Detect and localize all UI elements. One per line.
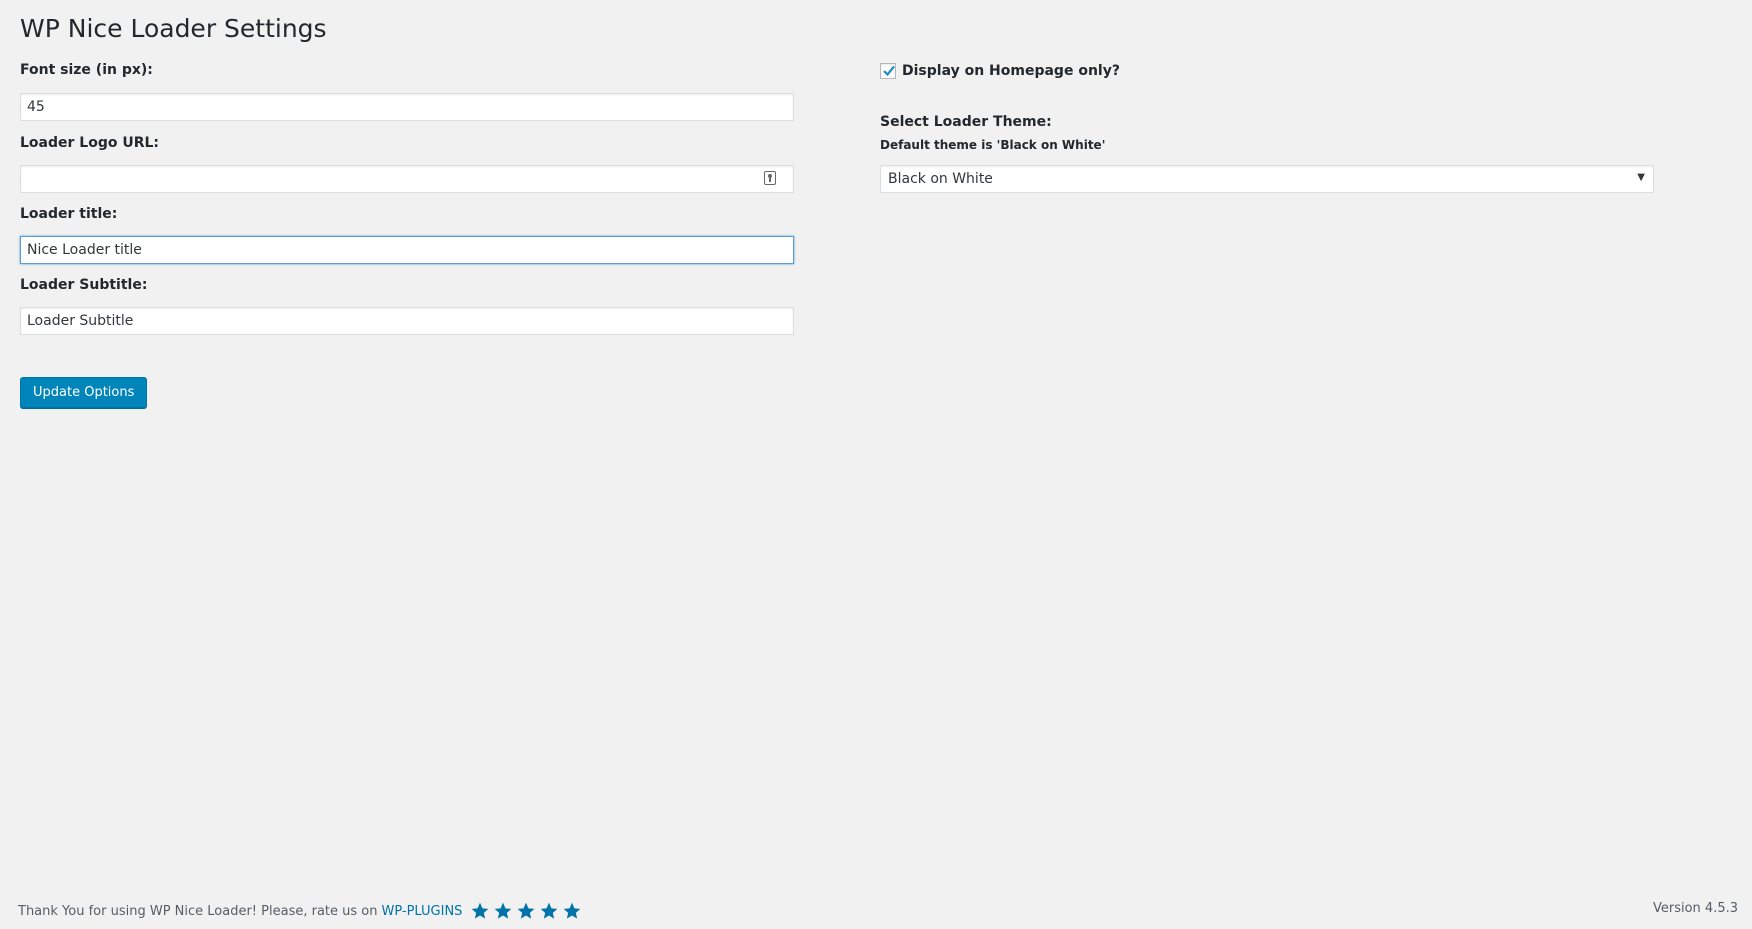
version-label: Version 4.5.3 [1652, 901, 1738, 916]
loader-title-input[interactable] [20, 236, 794, 264]
homepage-only-row[interactable]: Display on Homepage only? [880, 63, 1120, 79]
theme-hint: Default theme is 'Black on White' [880, 138, 1106, 152]
theme-select[interactable]: Black on White ▼ [880, 165, 1654, 193]
update-options-button[interactable]: Update Options [20, 377, 148, 408]
loader-title-label: Loader title: [20, 206, 118, 222]
footer-thanks: Thank You for using WP Nice Loader! Plea… [18, 901, 582, 921]
font-size-input[interactable] [20, 93, 794, 121]
star-icon[interactable] [470, 901, 490, 921]
logo-url-input[interactable] [20, 165, 794, 193]
page-title: WP Nice Loader Settings [20, 14, 327, 43]
dropdown-arrow-icon: ▼ [1637, 172, 1645, 183]
loader-subtitle-label: Loader Subtitle: [20, 277, 148, 293]
checkmark-icon [883, 65, 895, 77]
theme-label: Select Loader Theme: [880, 114, 1052, 130]
star-rating[interactable] [470, 901, 582, 921]
homepage-only-label: Display on Homepage only? [902, 63, 1120, 79]
loader-subtitle-input[interactable] [20, 307, 794, 335]
autofill-contact-icon[interactable] [764, 171, 776, 185]
theme-select-value: Black on White [888, 171, 993, 187]
star-icon[interactable] [516, 901, 536, 921]
star-icon[interactable] [539, 901, 559, 921]
homepage-only-checkbox[interactable] [880, 63, 896, 79]
wp-plugins-link[interactable]: WP-PLUGINS [381, 904, 462, 919]
logo-url-label: Loader Logo URL: [20, 135, 160, 151]
footer-thanks-text: Thank You for using WP Nice Loader! Plea… [18, 903, 378, 919]
star-icon[interactable] [493, 901, 513, 921]
font-size-label: Font size (in px): [20, 62, 153, 78]
star-icon[interactable] [562, 901, 582, 921]
